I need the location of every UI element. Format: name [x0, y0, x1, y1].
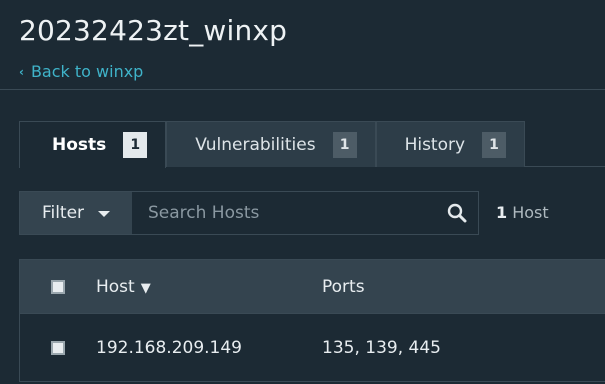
- back-link[interactable]: ‹ Back to winxp: [19, 62, 143, 81]
- chevron-left-icon: ‹: [19, 64, 24, 79]
- page-title: 20232423zt_winxp: [19, 14, 288, 47]
- tab-vulnerabilities[interactable]: Vulnerabilities 1: [166, 121, 376, 167]
- count-badge: 1: [123, 132, 148, 158]
- tab-label: History: [404, 134, 466, 155]
- cell-ports: 135, 139, 445: [322, 337, 441, 358]
- select-all-checkbox[interactable]: [51, 279, 65, 294]
- sort-desc-icon: ▼: [140, 280, 151, 296]
- tab-hosts[interactable]: Hosts 1: [19, 121, 167, 168]
- result-count-label: Host: [512, 203, 549, 222]
- tab-bar: Hosts 1 Vulnerabilities 1 History 1: [19, 121, 526, 168]
- result-count-number: 1: [496, 203, 508, 222]
- cell-host[interactable]: 192.168.209.149: [96, 338, 322, 358]
- search-icon[interactable]: [436, 192, 478, 234]
- filter-button-label: Filter: [41, 203, 85, 223]
- count-badge: 1: [332, 131, 357, 158]
- tab-label: Vulnerabilities: [195, 134, 316, 155]
- filter-bar: Filter: [19, 191, 479, 235]
- row-checkbox[interactable]: [51, 340, 65, 355]
- result-count: 1 Host: [496, 203, 549, 222]
- caret-down-icon: [98, 211, 111, 217]
- column-header-ports: Ports: [322, 276, 365, 297]
- tab-history[interactable]: History 1: [375, 121, 526, 167]
- filter-dropdown-button[interactable]: Filter: [20, 192, 132, 234]
- table-row[interactable]: 192.168.209.149 135, 139, 445: [19, 314, 605, 382]
- count-badge: 1: [482, 131, 507, 158]
- page-header: 20232423zt_winxp ‹ Back to winxp: [0, 0, 605, 90]
- table-header: Host ▼ Ports: [19, 259, 605, 314]
- back-link-label: Back to winxp: [30, 62, 144, 81]
- hosts-table: Host ▼ Ports 192.168.209.149 135, 139, 44…: [19, 259, 605, 382]
- column-header-host[interactable]: Host ▼: [96, 277, 322, 297]
- search-input[interactable]: [132, 192, 436, 234]
- tab-label: Hosts: [52, 135, 107, 155]
